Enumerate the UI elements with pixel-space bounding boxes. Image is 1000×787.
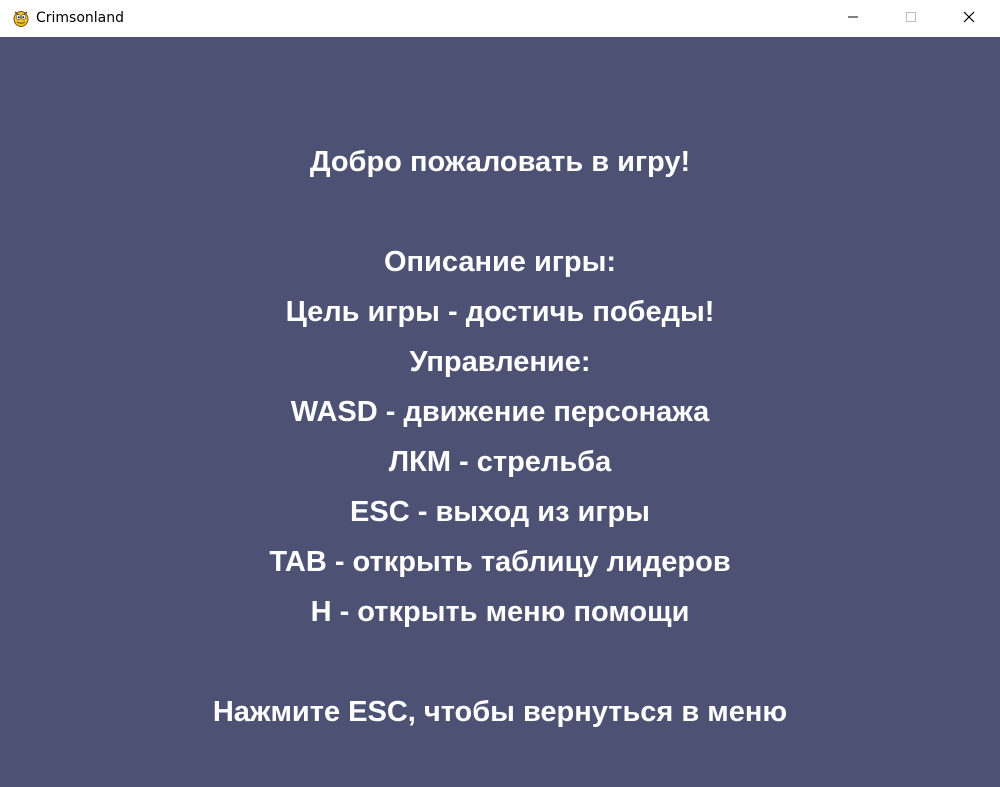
help-screen: Добро пожаловать в игру! Описание игры: …	[0, 37, 1000, 787]
minimize-button[interactable]	[830, 0, 876, 37]
pygame-snake-icon	[11, 8, 31, 28]
welcome-text: Добро пожаловать в игру!	[309, 146, 691, 178]
control-exit: ESC - выход из игры	[350, 496, 650, 528]
title-bar[interactable]: Crimsonland	[0, 0, 1000, 37]
footer-hint: Нажмите ESC, чтобы вернуться в меню	[212, 696, 788, 728]
game-window: Crimsonland Добро пожаловать в игру! Опи…	[0, 0, 1000, 787]
close-icon	[963, 10, 975, 28]
maximize-icon	[905, 10, 917, 28]
description-header: Описание игры:	[383, 246, 617, 278]
control-leaderboard: TAB - открыть таблицу лидеров	[269, 546, 731, 578]
goal-text: Цель игры - достичь победы!	[285, 296, 715, 328]
control-move: WASD - движение персонажа	[290, 396, 710, 428]
close-button[interactable]	[946, 0, 992, 37]
controls-header: Управление:	[409, 346, 591, 378]
minimize-icon	[847, 10, 859, 28]
control-help: H - открыть меню помощи	[310, 596, 690, 628]
window-title: Crimsonland	[36, 10, 125, 26]
control-shoot: ЛКМ - стрельба	[388, 446, 612, 478]
maximize-button[interactable]	[888, 0, 934, 37]
